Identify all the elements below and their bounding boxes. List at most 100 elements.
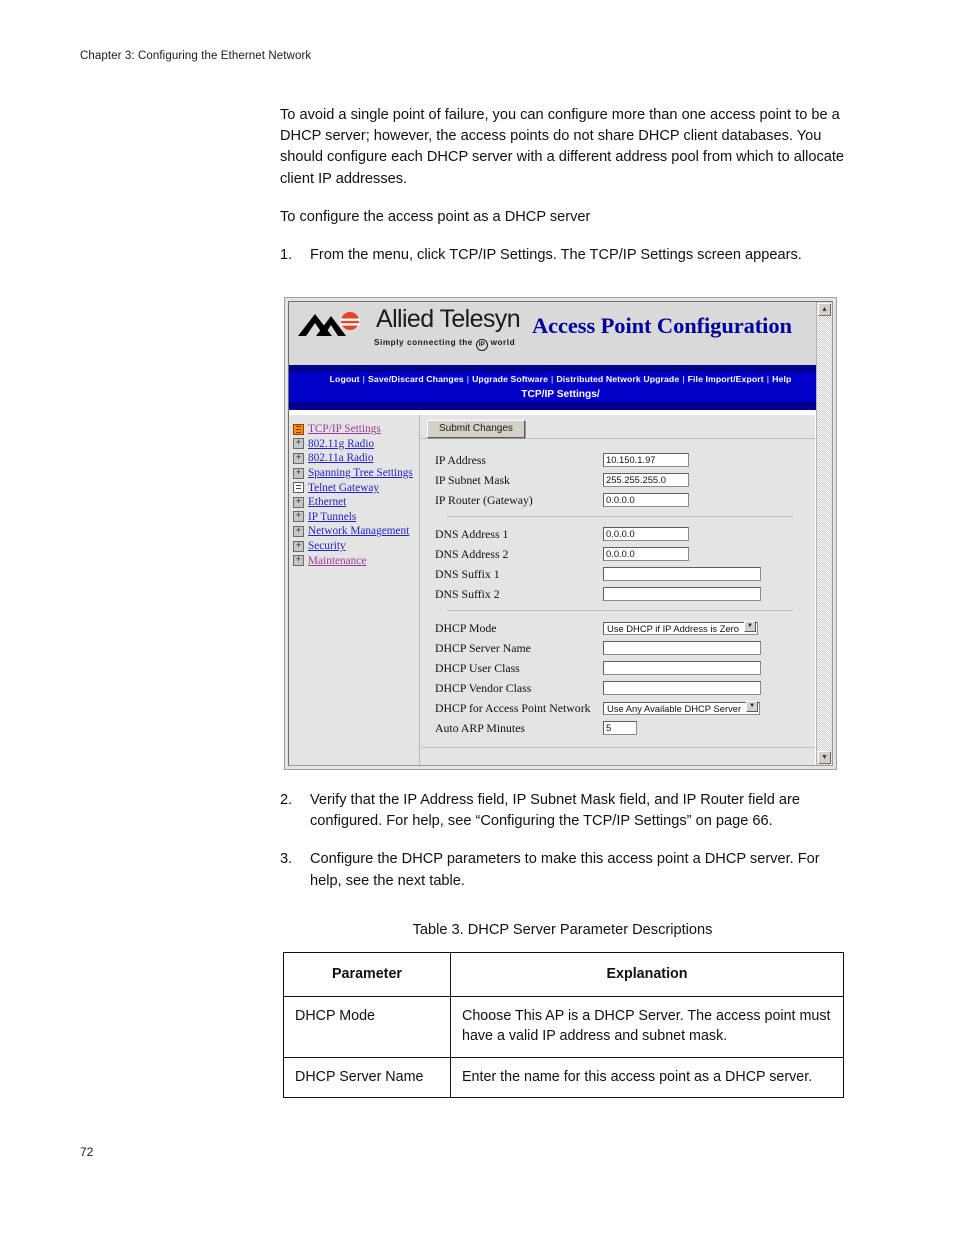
- dhcp-mode-select-wrap[interactable]: Use DHCP if IP Address is Zero ▼: [603, 619, 758, 637]
- nav-link-save-discard-changes[interactable]: Save/Discard Changes: [368, 374, 464, 384]
- nav-link-distributed-network-upgrade[interactable]: Distributed Network Upgrade: [556, 374, 679, 384]
- auto-arp-minutes-label: Auto ARP Minutes: [435, 720, 526, 735]
- field-row-dhcp-mode: DHCP Mode Use DHCP if IP Address is Zero…: [421, 618, 815, 638]
- folder-plus-icon[interactable]: [293, 496, 304, 508]
- app-body: TCP/IP Settings 802.11g Radio 802.11a Ra…: [289, 415, 815, 765]
- nav-sep: |: [362, 374, 366, 384]
- browser-viewport: Allied Telesyn Simply connecting the IP …: [288, 301, 833, 766]
- logo-mark-icon: [298, 312, 370, 343]
- sidebar-item-spanning-tree-settings[interactable]: Spanning Tree Settings: [293, 466, 419, 481]
- nav-link-file-import-export[interactable]: File Import/Export: [688, 374, 764, 384]
- logo-tagline: Simply connecting the IP world: [374, 338, 515, 351]
- dns-address-2-input[interactable]: 0.0.0.0: [603, 547, 689, 561]
- app-header-banner: Allied Telesyn Simply connecting the IP …: [289, 302, 832, 365]
- dhcp-user-class-label: DHCP User Class: [435, 660, 520, 675]
- dhcp-for-ap-network-select-wrap[interactable]: Use Any Available DHCP Server ▼: [603, 699, 761, 717]
- sidebar-item-label[interactable]: 802.11g Radio: [308, 438, 374, 450]
- ip-router-label: IP Router (Gateway): [435, 492, 533, 507]
- sidebar-item-ip-tunnels[interactable]: IP Tunnels: [293, 510, 419, 525]
- dhcp-server-name-input[interactable]: [603, 641, 761, 655]
- sidebar-item-label[interactable]: Security: [308, 540, 346, 552]
- sidebar-item-maintenance[interactable]: Maintenance: [293, 553, 419, 568]
- sidebar-item-tcp-ip-settings[interactable]: TCP/IP Settings: [293, 422, 419, 437]
- dns-address-1-input[interactable]: 0.0.0.0: [603, 527, 689, 541]
- sidebar-item-802-11g-radio[interactable]: 802.11g Radio: [293, 437, 419, 452]
- dhcp-for-ap-network-select[interactable]: Use Any Available DHCP Server: [603, 702, 761, 715]
- sidebar-item-ethernet[interactable]: Ethernet: [293, 495, 419, 510]
- chevron-down-icon[interactable]: ▼: [746, 701, 759, 712]
- nav-link-upgrade-software[interactable]: Upgrade Software: [472, 374, 548, 384]
- sidebar-item-network-management[interactable]: Network Management: [293, 524, 419, 539]
- paragraph-configure-intro: To configure the access point as a DHCP …: [280, 208, 591, 225]
- dns-address-1-label: DNS Address 1: [435, 526, 509, 541]
- ip-subnet-mask-input[interactable]: 255.255.255.0: [603, 473, 689, 487]
- current-page-title: TCP/IP Settings/: [289, 387, 832, 402]
- sidebar-item-label[interactable]: TCP/IP Settings: [308, 423, 381, 435]
- folder-plus-icon[interactable]: [293, 554, 304, 567]
- dns-suffix-2-input[interactable]: [603, 587, 761, 601]
- field-row-dns-address-2: DNS Address 2 0.0.0.0: [421, 544, 815, 564]
- nav-sep: |: [682, 374, 685, 384]
- logo-wordmark: Allied Telesyn: [376, 305, 521, 333]
- scroll-down-icon[interactable]: ▼: [818, 751, 831, 764]
- folder-plus-icon[interactable]: [293, 437, 304, 450]
- sidebar-item-label[interactable]: Maintenance: [308, 555, 366, 567]
- field-row-dns-address-1: DNS Address 1 0.0.0.0: [421, 524, 815, 544]
- sidebar-item-802-11a-radio[interactable]: 802.11a Radio: [293, 451, 419, 466]
- steps-prose: 2. Verify that the IP Address field, IP …: [280, 790, 845, 909]
- sidebar-item-label[interactable]: Telnet Gateway: [308, 482, 379, 494]
- form-bottom-rule: [421, 747, 815, 748]
- dhcp-server-name-label: DHCP Server Name: [435, 640, 531, 655]
- sidebar-item-label[interactable]: 802.11a Radio: [308, 452, 373, 464]
- field-row-dns-suffix-1: DNS Suffix 1: [421, 564, 815, 584]
- field-row-dhcp-vendor-class: DHCP Vendor Class: [421, 678, 815, 698]
- section-divider-dns: [447, 516, 793, 517]
- nav-sep: |: [466, 374, 470, 384]
- table-cell-explanation: Enter the name for this access point as …: [450, 1056, 844, 1099]
- nav-links[interactable]: Logout | Save/Discard Changes | Upgrade Soft…: [289, 372, 832, 387]
- scroll-up-icon[interactable]: ▲: [818, 303, 831, 316]
- table-header-row: Parameter Explanation: [283, 952, 844, 997]
- vertical-scrollbar[interactable]: ▲ ▼: [816, 302, 832, 765]
- app-title: Access Point Configuration: [532, 313, 792, 338]
- folder-plus-icon[interactable]: [293, 510, 304, 523]
- folder-plus-icon[interactable]: [293, 525, 304, 537]
- page-icon: [293, 482, 304, 494]
- sidebar-item-label[interactable]: Spanning Tree Settings: [308, 467, 413, 479]
- dns-suffix-1-input[interactable]: [603, 567, 761, 581]
- table-row: DHCP Mode Choose This AP is a DHCP Serve…: [283, 995, 844, 1058]
- folder-plus-icon[interactable]: [293, 540, 304, 552]
- dhcp-for-ap-network-label: DHCP for Access Point Network: [435, 700, 591, 715]
- dns-suffix-1-label: DNS Suffix 1: [435, 566, 500, 581]
- tagline-after: world: [490, 338, 516, 347]
- step-2-number: 2.: [280, 792, 293, 808]
- submit-changes-button[interactable]: Submit Changes: [427, 420, 525, 438]
- dns-suffix-2-label: DNS Suffix 2: [435, 586, 500, 601]
- dhcp-user-class-input[interactable]: [603, 661, 761, 675]
- embedded-screenshot: Allied Telesyn Simply connecting the IP …: [284, 297, 837, 770]
- sidebar-item-label[interactable]: IP Tunnels: [308, 511, 356, 523]
- folder-plus-icon[interactable]: [293, 452, 304, 464]
- sidebar-item-label[interactable]: Network Management: [308, 525, 409, 537]
- sidebar-item-security[interactable]: Security: [293, 539, 419, 554]
- allied-telesyn-logo: Allied Telesyn Simply connecting the IP …: [298, 305, 528, 357]
- nav-link-logout[interactable]: Logout: [330, 374, 360, 384]
- ip-address-input[interactable]: 10.150.1.97: [603, 453, 689, 467]
- sidebar-item-telnet-gateway[interactable]: Telnet Gateway: [293, 480, 419, 495]
- intro-prose: To avoid a single point of failure, you …: [280, 105, 845, 283]
- nav-link-help[interactable]: Help: [772, 374, 791, 384]
- ip-router-input[interactable]: 0.0.0.0: [603, 493, 689, 507]
- dhcp-mode-select[interactable]: Use DHCP if IP Address is Zero: [603, 622, 758, 635]
- sidebar-item-label[interactable]: Ethernet: [308, 496, 346, 508]
- auto-arp-minutes-input[interactable]: 5: [603, 721, 637, 735]
- field-row-ip-router: IP Router (Gateway) 0.0.0.0: [421, 490, 815, 510]
- dhcp-vendor-class-input[interactable]: [603, 681, 761, 695]
- step-3-text: Configure the DHCP parameters to make th…: [310, 851, 820, 889]
- chevron-down-icon[interactable]: ▼: [744, 621, 756, 632]
- settings-form-pane: Submit Changes IP Address 10.150.1.97 IP…: [421, 415, 815, 765]
- dhcp-parameter-table: Parameter Explanation DHCP Mode Choose T…: [283, 952, 844, 1099]
- ip-address-label: IP Address: [435, 452, 487, 467]
- step-3-number: 3.: [280, 851, 293, 868]
- step-1: 1. From the menu, click TCP/IP Settings.…: [280, 245, 845, 266]
- folder-plus-icon[interactable]: [293, 467, 304, 479]
